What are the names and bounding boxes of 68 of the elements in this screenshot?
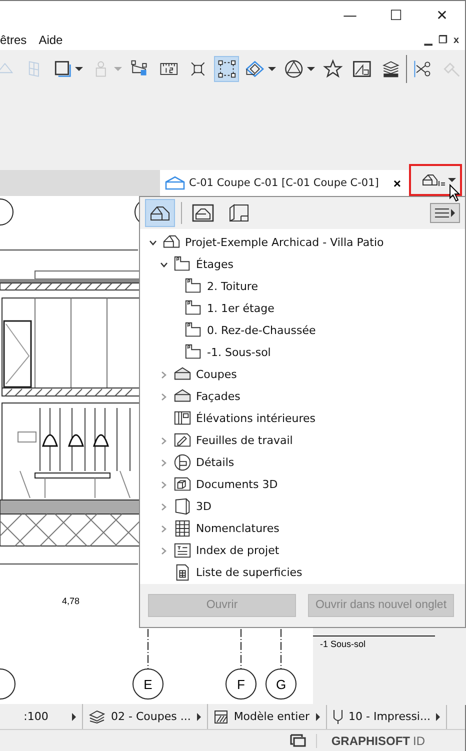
grid-axis-label: E (144, 677, 152, 692)
hatched-square-icon (214, 710, 228, 724)
chevron-right-icon (160, 480, 168, 489)
chevron-right-icon (160, 370, 168, 379)
grid-axis-label: F (237, 677, 245, 692)
chevron-right-icon (160, 502, 168, 511)
house-icon (165, 176, 185, 190)
menu-button[interactable] (430, 202, 460, 223)
tree-item[interactable]: 0. Rez-de-Chaussée (140, 320, 465, 342)
index-icon (173, 541, 192, 560)
tab-title: C-01 Coupe C-01 [C-01 Coupe C-01] (189, 177, 379, 189)
caret-icon (268, 67, 276, 71)
grid-axis-marker (132, 628, 164, 700)
detail-icon (173, 453, 192, 472)
tree-item[interactable]: Projet-Exemple Archicad - Villa Patio (140, 232, 465, 254)
grid-axis-marker (226, 628, 256, 700)
chevron-down-icon (160, 260, 168, 269)
framed-house-icon (192, 204, 214, 222)
tree-item[interactable]: -1. Sous-sol (140, 342, 465, 364)
menu-item[interactable]: êtres (0, 33, 35, 47)
chevron-right-icon (160, 392, 168, 401)
window-control[interactable]: ☐ (373, 1, 419, 30)
level-label: -1 Sous-sol (320, 639, 366, 649)
window-control[interactable]: — (327, 1, 373, 30)
document-tab[interactable]: C-01 Coupe C-01 [C-01 Coupe C-01] × (160, 170, 409, 196)
chevron-down-icon (149, 238, 157, 247)
document-window-control[interactable]: ▁ (422, 34, 434, 46)
view3d-icon (173, 497, 192, 516)
tree-item[interactable]: Étages (140, 254, 465, 276)
tree-item[interactable]: Façades (140, 386, 465, 408)
menu-icon (435, 208, 449, 218)
chevron-right-icon (160, 524, 168, 533)
brand-logo: GRAPHISOFT ID (316, 734, 465, 748)
chevron-right-icon (160, 436, 168, 445)
caret-icon (306, 67, 315, 71)
windows-icon[interactable] (290, 734, 306, 747)
grid-axis-label: G (276, 677, 286, 692)
chevron-right-icon (160, 458, 168, 467)
caret-icon (114, 67, 122, 71)
tree-item[interactable]: Documents 3D (140, 474, 465, 496)
document-window-control[interactable]: ❐ (436, 34, 450, 46)
close-button[interactable]: × (385, 176, 409, 190)
sheet-stack-icon (228, 204, 250, 222)
tree-item[interactable]: Liste de superficies (140, 562, 465, 584)
menu-item[interactable]: Aide (38, 33, 71, 47)
tree-item[interactable]: Feuilles de travail (140, 430, 465, 452)
layers-icon (89, 710, 105, 724)
tree-item[interactable]: Index de projet (140, 540, 465, 562)
pen-icon (332, 708, 343, 724)
schedule-icon (173, 519, 192, 538)
grid-bubble (0, 198, 14, 226)
tree-item[interactable]: Nomenclatures (140, 518, 465, 540)
grid-axis-marker (266, 628, 296, 700)
window-control[interactable]: ✕ (419, 1, 465, 30)
tree-item[interactable]: 1. 1er étage (140, 298, 465, 320)
tree-item[interactable]: Élévations intérieures (140, 408, 465, 430)
tree-item[interactable]: Détails (140, 452, 465, 474)
tree-item[interactable]: 2. Toiture (140, 276, 465, 298)
house-icon (149, 204, 171, 222)
view-tab[interactable] (145, 198, 175, 227)
caret-icon (75, 67, 84, 71)
dimension-label: 4,78 (62, 596, 80, 606)
chevron-right-icon (160, 546, 168, 555)
tree-item[interactable]: 3D (140, 496, 465, 518)
grid-bubble (0, 668, 16, 700)
tree-item[interactable]: Coupes (140, 364, 465, 386)
house-list-icon (421, 172, 447, 188)
document-window-control[interactable]: x (451, 34, 461, 46)
